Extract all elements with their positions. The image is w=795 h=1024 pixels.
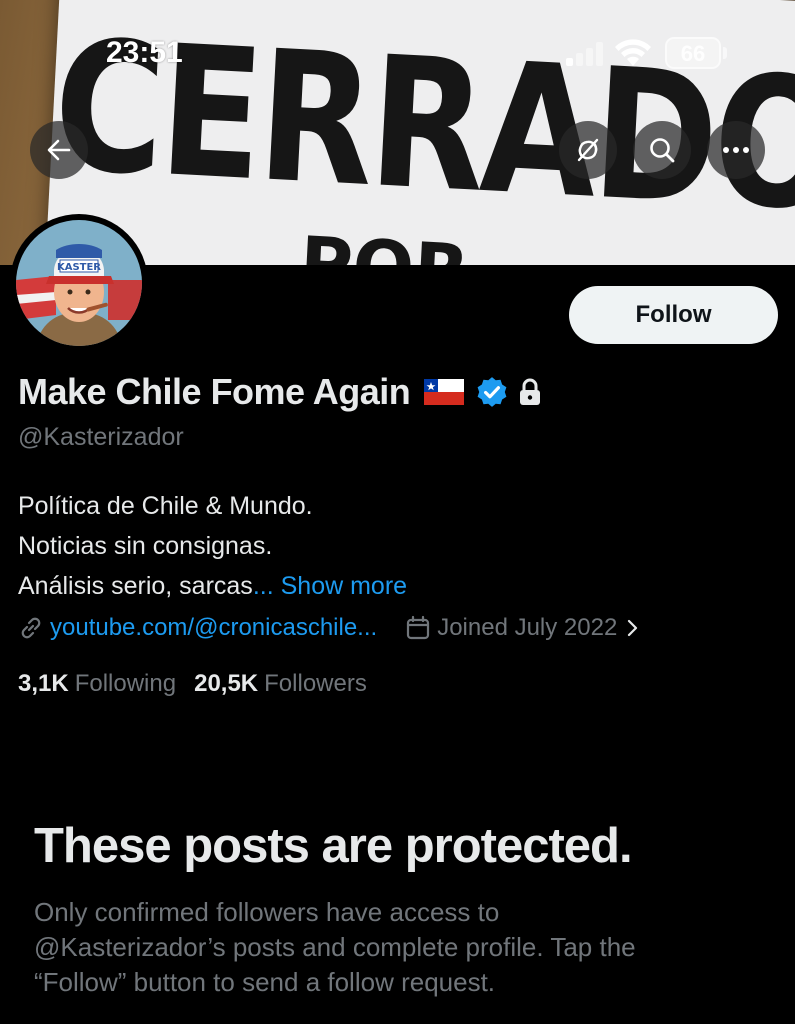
lock-icon <box>520 378 541 405</box>
chile-flag-icon <box>424 379 465 405</box>
wifi-icon <box>615 39 651 66</box>
battery-nub <box>723 47 727 59</box>
bio-line: Noticias sin consignas. <box>18 532 273 560</box>
arrow-left-icon <box>47 139 71 161</box>
avatar-image: KASTER <box>16 220 142 346</box>
protected-line: “Follow” button to send a follow request… <box>34 967 496 997</box>
svg-text:KASTER: KASTER <box>57 262 101 273</box>
more-options-button[interactable] <box>707 121 765 179</box>
battery-icon: 66 <box>665 37 721 69</box>
joined-date[interactable]: Joined July 2022 <box>405 614 639 642</box>
following-count: 3,1K <box>18 670 69 697</box>
profile-meta-row: youtube.com/@cronicaschile... Joined Jul… <box>18 614 639 642</box>
more-icon <box>723 147 749 153</box>
profile-bio: Política de Chile & Mundo. Noticias sin … <box>18 486 407 606</box>
verified-badge-icon[interactable] <box>476 376 508 408</box>
link-icon <box>21 617 41 639</box>
bio-line-truncated: Análisis serio, sarcas... Show more <box>18 566 407 606</box>
battery-level: 66 <box>680 41 706 66</box>
avatar-illustration: KASTER <box>16 220 142 346</box>
chevron-right-icon <box>628 619 638 637</box>
follow-button[interactable]: Follow <box>569 286 778 344</box>
followers-label: Followers <box>264 670 367 697</box>
status-time: 23:51 <box>106 36 183 69</box>
cellular-signal-icon <box>566 40 606 66</box>
calendar-icon <box>407 615 430 640</box>
profile-handle: @Kasterizador <box>18 423 184 451</box>
following-stat[interactable]: 3,1K Following <box>18 670 176 698</box>
followers-count: 20,5K <box>194 670 259 697</box>
no-translate-icon <box>577 138 599 162</box>
show-more-link[interactable]: Show more <box>281 572 407 600</box>
followers-stat[interactable]: 20,5K Followers <box>194 670 367 698</box>
profile-name: Make Chile Fome Again <box>18 371 411 412</box>
translate-toggle-button[interactable] <box>559 121 617 179</box>
profile-website-link[interactable]: youtube.com/@cronicaschile... <box>50 614 377 642</box>
protected-posts-description: Only confirmed followers have access to … <box>34 895 754 1000</box>
following-label: Following <box>74 670 177 697</box>
bio-line-text: Análisis serio, sarcas <box>18 572 253 600</box>
protected-posts-title: These posts are protected. <box>34 819 633 873</box>
bio-ellipsis: ... <box>252 572 274 600</box>
search-button[interactable] <box>633 121 691 179</box>
back-button[interactable] <box>30 121 88 179</box>
protected-line: Only confirmed followers have access to <box>34 897 500 927</box>
avatar[interactable]: KASTER <box>10 214 148 352</box>
profile-stats: 3,1K Following 20,5K Followers <box>18 670 367 698</box>
protected-line: @Kasterizador’s posts and complete profi… <box>34 932 636 962</box>
bio-line: Política de Chile & Mundo. <box>18 492 313 520</box>
search-icon <box>650 138 675 163</box>
joined-date-text: Joined July 2022 <box>437 614 618 641</box>
banner-sign-subtext: POR <box>298 221 472 265</box>
profile-name-row: Make Chile Fome Again <box>18 371 542 413</box>
